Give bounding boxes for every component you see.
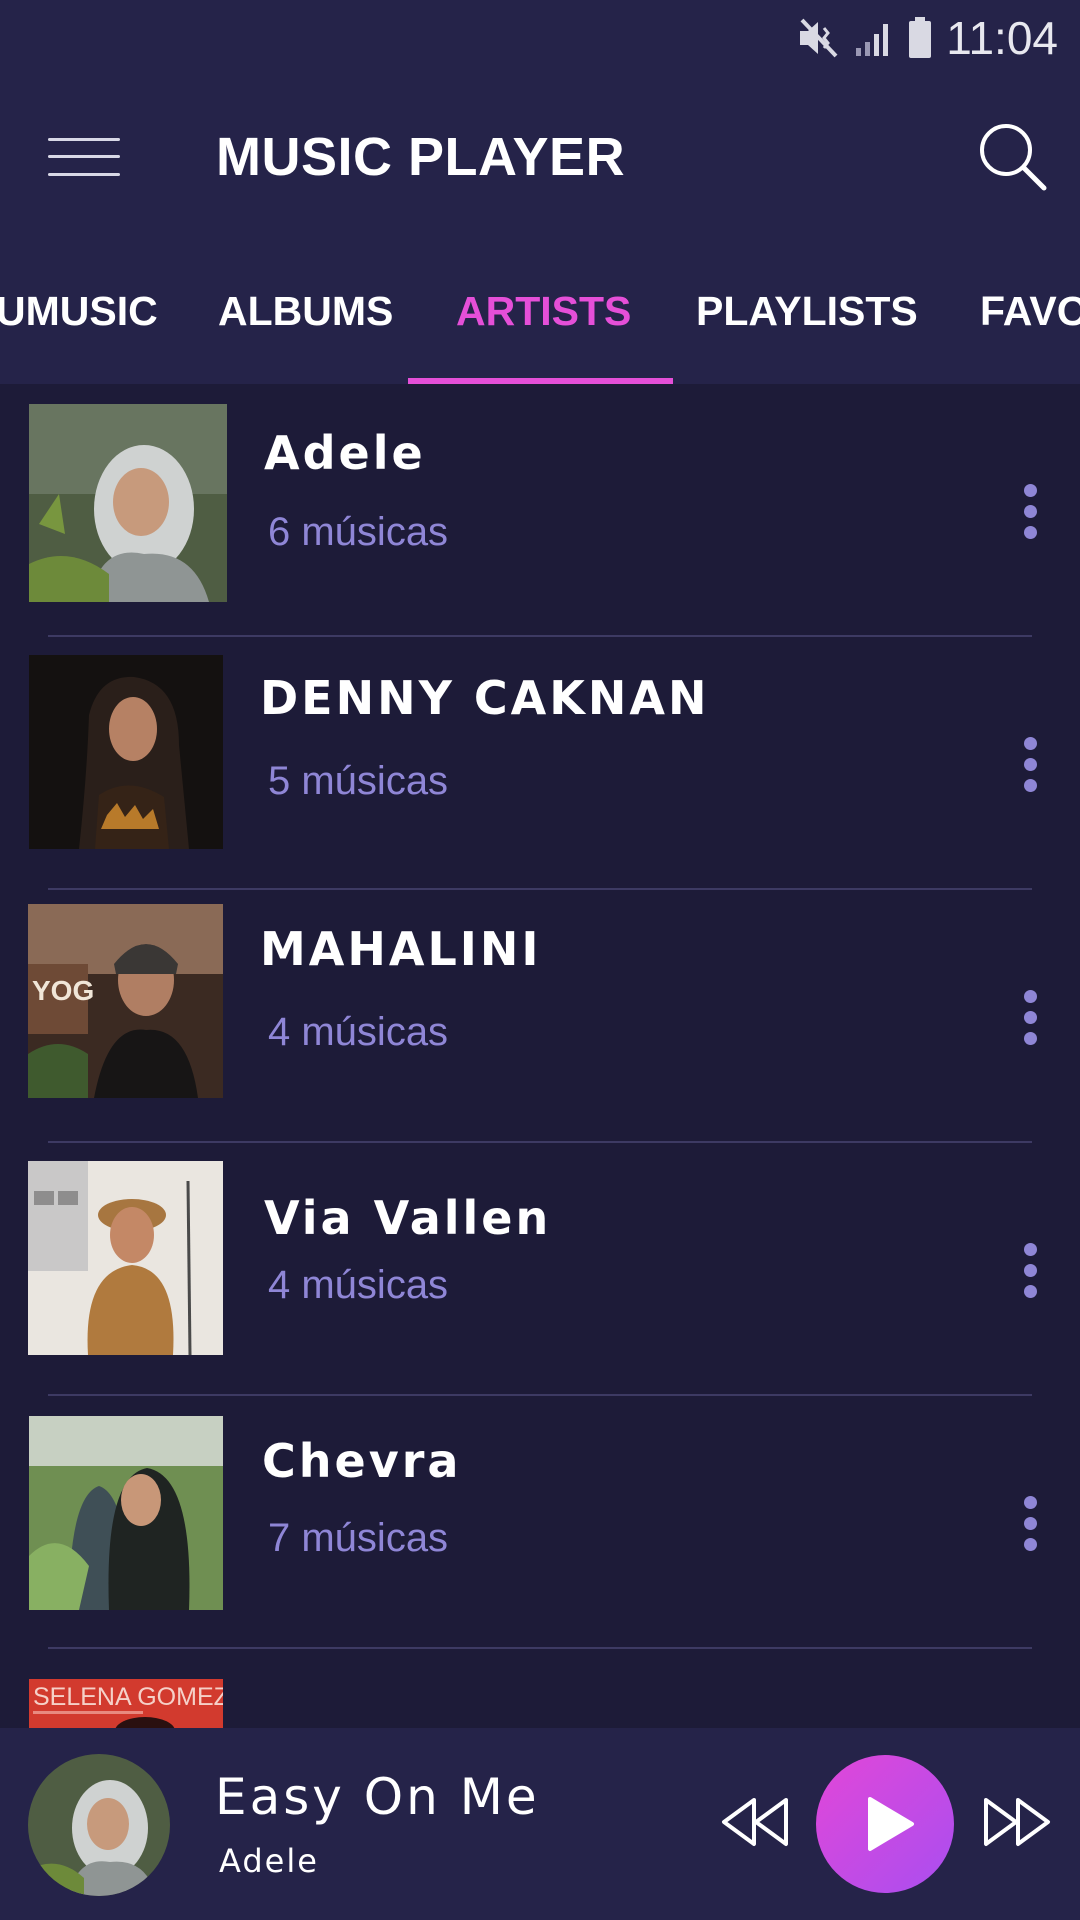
- play-button[interactable]: [816, 1755, 954, 1893]
- list-item[interactable]: YOG MAHALINI 4 músicas: [0, 890, 1080, 1143]
- more-vert-icon[interactable]: [1024, 484, 1038, 540]
- status-bar: 11:04: [0, 0, 1080, 80]
- status-time: 11:04: [946, 12, 1058, 64]
- now-playing-artist: Adele: [219, 1842, 319, 1880]
- search-icon[interactable]: [972, 116, 1052, 196]
- menu-icon[interactable]: [48, 132, 120, 180]
- song-count: 4 músicas: [268, 1263, 449, 1307]
- more-vert-icon[interactable]: [1024, 737, 1038, 793]
- list-item[interactable]: Adele 6 músicas: [0, 384, 1080, 637]
- song-count: 4 músicas: [268, 1010, 449, 1054]
- artist-name: DENNY CAKNAN: [260, 671, 710, 725]
- artist-list: Adele 6 músicas DENNY CAKNAN 5 músicas Y…: [0, 384, 1080, 1728]
- app-title: MUSIC PLAYER: [216, 127, 626, 187]
- artist-photo: [29, 1416, 223, 1610]
- list-item[interactable]: DENNY CAKNAN 5 músicas: [0, 637, 1080, 890]
- artist-name: Adele: [264, 426, 426, 480]
- app-bar: MUSIC PLAYER: [0, 80, 1080, 240]
- rewind-icon[interactable]: [720, 1796, 790, 1848]
- status-icons: 11:04: [798, 0, 1058, 76]
- tab-favorites[interactable]: FAVO: [980, 288, 1080, 335]
- more-vert-icon[interactable]: [1024, 1496, 1038, 1552]
- now-playing-title: Easy On Me: [215, 1768, 540, 1826]
- song-count: 5 músicas: [268, 759, 449, 803]
- list-item[interactable]: Chevra 7 músicas: [0, 1396, 1080, 1649]
- play-icon: [868, 1797, 914, 1851]
- more-vert-icon[interactable]: [1024, 1243, 1038, 1299]
- now-playing-bar[interactable]: Easy On Me Adele: [0, 1728, 1080, 1920]
- artist-name: Chevra: [262, 1434, 462, 1488]
- battery-icon: [909, 17, 932, 58]
- svg-text:YOG: YOG: [32, 975, 94, 1006]
- tab-umusic[interactable]: UMUSIC: [0, 288, 158, 335]
- tab-playlists[interactable]: PLAYLISTS: [696, 288, 918, 335]
- fast-forward-icon[interactable]: [982, 1796, 1052, 1848]
- album-art-text: SELENA GOMEZ: [33, 1683, 223, 1711]
- list-item[interactable]: Via Vallen 4 músicas: [0, 1143, 1080, 1396]
- artist-name: Via Vallen: [264, 1191, 552, 1245]
- more-vert-icon[interactable]: [1024, 990, 1038, 1046]
- signal-icon: [856, 24, 889, 56]
- tab-artists[interactable]: ARTISTS: [456, 288, 631, 335]
- artist-photo: YOG: [28, 904, 223, 1098]
- song-count: 7 músicas: [268, 1516, 449, 1560]
- mute-icon: [800, 18, 838, 58]
- tab-bar: UMUSIC ALBUMS ARTISTS PLAYLISTS FAVO: [0, 240, 1080, 384]
- artist-photo-partial[interactable]: SELENA GOMEZ: [29, 1679, 223, 1728]
- artist-name: MAHALINI: [260, 922, 542, 976]
- tab-albums[interactable]: ALBUMS: [218, 288, 393, 335]
- artist-photo: [29, 655, 223, 849]
- artist-photo: [28, 1161, 223, 1355]
- now-playing-cover: [28, 1754, 170, 1896]
- song-count: 6 músicas: [268, 510, 449, 554]
- divider: [48, 1647, 1032, 1649]
- artist-photo: [29, 404, 227, 602]
